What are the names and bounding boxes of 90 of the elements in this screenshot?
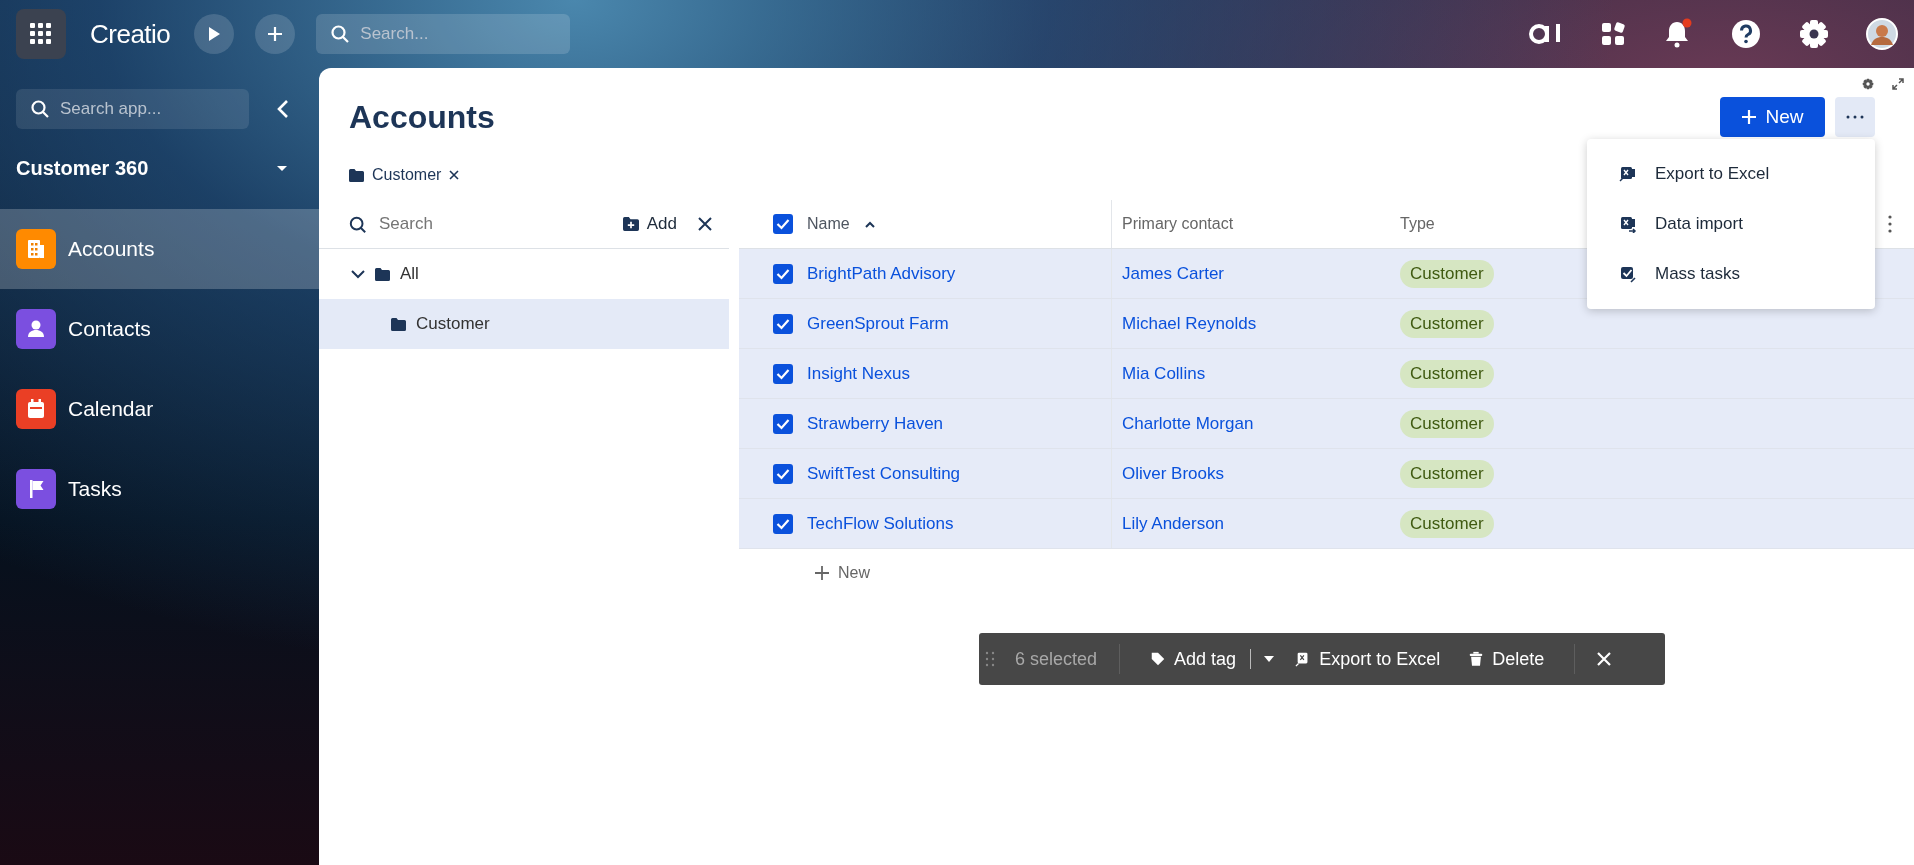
menu-item[interactable]: Mass tasks [1587, 249, 1875, 299]
add-folder-button[interactable]: Add [616, 213, 683, 235]
checklist-icon [1619, 265, 1637, 283]
more-icon [1846, 115, 1864, 119]
plus-icon [814, 565, 830, 581]
menu-item[interactable]: Data import [1587, 199, 1875, 249]
contact-link[interactable]: Oliver Brooks [1122, 463, 1225, 484]
account-link[interactable]: Strawberry Haven [807, 413, 944, 434]
new-row-button[interactable]: New [808, 563, 876, 583]
account-link[interactable]: SwiftTest Consulting [807, 463, 961, 484]
settings-icon[interactable] [1862, 78, 1874, 90]
folder-plus-icon [622, 217, 639, 231]
search-icon [330, 24, 351, 44]
folder-icon [349, 168, 364, 182]
search-icon [30, 99, 50, 119]
nav-item[interactable]: Contacts [0, 289, 319, 369]
menu-item[interactable]: Export to Excel [1587, 149, 1875, 199]
nav-item[interactable]: Calendar [0, 369, 319, 449]
close-icon[interactable] [449, 170, 460, 180]
action-button[interactable]: Add tag [1142, 648, 1245, 670]
spreadsheet-icon [1619, 215, 1637, 233]
workspace-name: Customer 360 [16, 156, 149, 180]
filter-chip[interactable]: Customer [349, 166, 460, 184]
apps-icon[interactable] [1600, 21, 1626, 47]
contact-link[interactable]: Lily Anderson [1122, 513, 1225, 534]
contact-link[interactable]: Charlotte Morgan [1122, 413, 1254, 434]
add-button[interactable] [255, 14, 296, 54]
caret-icon[interactable] [1263, 655, 1276, 663]
close-icon[interactable] [697, 216, 713, 232]
plus-icon [1741, 109, 1758, 125]
grid-icon [30, 23, 52, 45]
selection-count: 6 selected [1015, 648, 1098, 670]
row-checkbox[interactable] [773, 363, 793, 384]
logo: Creatio [90, 18, 171, 50]
type-tag: Customer [1400, 409, 1494, 438]
play-icon [207, 26, 222, 42]
nav-item[interactable]: Tasks [0, 449, 319, 529]
row-checkbox[interactable] [773, 513, 793, 534]
contact-link[interactable]: Michael Reynolds [1122, 313, 1257, 334]
folder-search-field[interactable]: Search [349, 201, 569, 247]
account-link[interactable]: BrightPath Advisory [807, 263, 956, 284]
row-checkbox[interactable] [773, 413, 793, 434]
folder-item[interactable]: All [319, 249, 729, 299]
table-row[interactable]: SwiftTest Consulting Oliver Brooks Customer [739, 449, 1914, 499]
type-tag: Customer [1400, 359, 1494, 388]
settings-icon[interactable] [1798, 18, 1830, 50]
nav-item[interactable]: Accounts [0, 209, 319, 289]
table-row[interactable]: TechFlow Solutions Lily Anderson Customer [739, 499, 1914, 549]
row-checkbox[interactable] [773, 463, 793, 484]
select-all-checkbox[interactable] [773, 214, 793, 234]
action-button[interactable]: Export to Excel [1287, 648, 1449, 670]
account-link[interactable]: Insight Nexus [807, 363, 910, 384]
account-link[interactable]: GreenSprout Farm [807, 313, 949, 334]
run-button[interactable] [194, 14, 235, 54]
table-row[interactable]: GreenSprout Farm Michael Reynolds Customer [739, 299, 1914, 349]
column-header[interactable]: Type [1400, 215, 1435, 233]
folder-icon [375, 267, 390, 281]
plus-icon [267, 26, 284, 42]
sort-icon[interactable] [863, 220, 876, 228]
app-menu-button[interactable] [16, 9, 66, 59]
caret-icon[interactable] [275, 163, 289, 173]
contact-link[interactable]: Mia Collins [1122, 363, 1206, 384]
folder-icon [391, 317, 406, 331]
help-icon[interactable] [1730, 18, 1762, 50]
tag-icon [1150, 651, 1167, 667]
expand-icon[interactable] [1892, 78, 1904, 90]
account-link[interactable]: TechFlow Solutions [807, 513, 954, 534]
column-menu-icon[interactable] [1888, 215, 1892, 233]
chevron-icon[interactable] [351, 269, 365, 279]
avatar[interactable] [1866, 18, 1898, 50]
new-button[interactable]: New [1720, 97, 1825, 137]
spreadsheet-icon [1619, 165, 1637, 183]
drag-handle-icon[interactable] [985, 651, 995, 667]
type-tag: Customer [1400, 459, 1494, 488]
type-tag: Customer [1400, 509, 1494, 538]
column-header[interactable]: Name [807, 215, 850, 233]
table-row[interactable]: Strawberry Haven Charlotte Morgan Customer [739, 399, 1914, 449]
table-row[interactable]: Insight Nexus Mia Collins Customer [739, 349, 1914, 399]
trash-icon [1468, 651, 1485, 667]
search-icon [349, 216, 367, 234]
type-tag: Customer [1400, 309, 1494, 338]
row-checkbox[interactable] [773, 263, 793, 284]
type-tag: Customer [1400, 259, 1494, 288]
folder-item[interactable]: Customer [319, 299, 729, 349]
row-checkbox[interactable] [773, 313, 793, 334]
action-button[interactable]: Delete [1460, 648, 1553, 670]
column-header[interactable]: Primary contact [1122, 215, 1234, 233]
page-title: Accounts [349, 98, 495, 136]
contact-link[interactable]: James Carter [1122, 263, 1225, 284]
collapse-icon[interactable] [275, 98, 291, 120]
